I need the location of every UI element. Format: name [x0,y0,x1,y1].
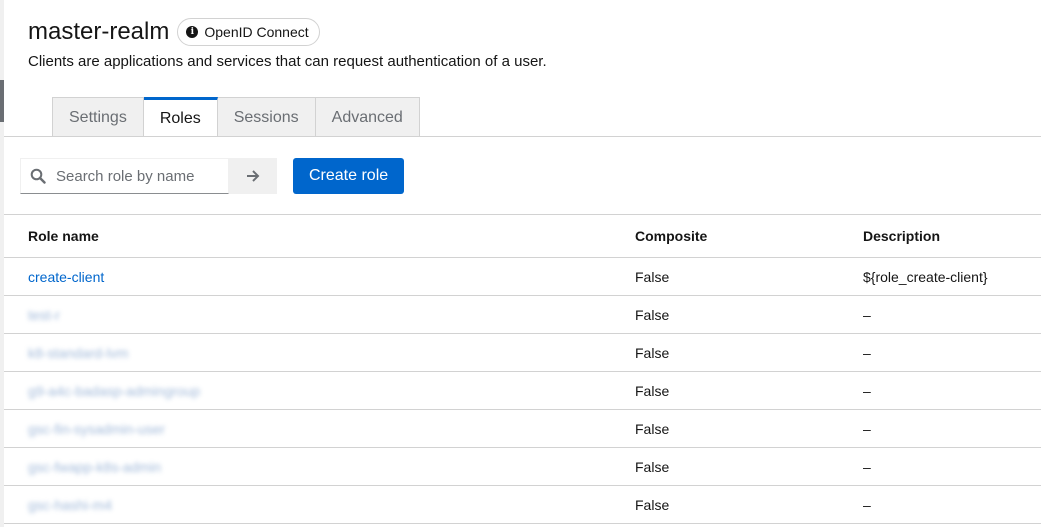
left-edge-marker [0,80,4,122]
role-name-cell: create-client [4,257,635,296]
tab-settings[interactable]: Settings [52,97,144,137]
composite-cell: False [635,333,863,372]
table-row: test-r False – [4,295,1041,334]
description-cell: – [863,485,1041,524]
search-submit-button[interactable] [229,158,277,194]
description-cell: – [863,371,1041,410]
role-name-link[interactable]: gsc-hashi-m4 [28,497,112,513]
role-name-link[interactable]: create-client [28,269,104,285]
page-title: master-realm [28,18,170,45]
column-header-description[interactable]: Description [863,214,1041,258]
table-row: gsc-hashi-m4 False – [4,485,1041,524]
title-row: master-realm i OpenID Connect [28,16,547,48]
role-name-link[interactable]: test-r [28,307,60,323]
description-cell: ${role_create-client} [863,257,1041,296]
table-row: k8-standard-lvm False – [4,333,1041,372]
role-name-link[interactable]: gsc-fin-sysadmin-user [28,421,165,437]
page-header: master-realm i OpenID Connect Clients ar… [28,16,547,70]
roles-table: Role name Composite Description create-c… [4,214,1041,524]
protocol-badge: i OpenID Connect [177,18,320,46]
description-cell: – [863,447,1041,486]
search-icon [30,168,46,184]
tab-advanced[interactable]: Advanced [315,97,420,137]
toolbar: Create role [20,158,405,194]
arrow-right-icon [247,170,260,182]
table-row: gsc-fin-sysadmin-user False – [4,409,1041,448]
table-header-row: Role name Composite Description [4,214,1041,258]
search-box [20,158,229,194]
column-header-composite[interactable]: Composite [635,214,863,258]
description-cell: – [863,295,1041,334]
table-row: create-client False ${role_create-client… [4,257,1041,296]
column-header-role-name[interactable]: Role name [4,214,635,258]
composite-cell: False [635,409,863,448]
composite-cell: False [635,257,863,296]
description-cell: – [863,333,1041,372]
role-name-link[interactable]: g9-a4c-badasp-admingroup [28,383,200,399]
table-row: g9-a4c-badasp-admingroup False – [4,371,1041,410]
role-name-cell: gsc-hashi-m4 [4,485,635,524]
composite-cell: False [635,371,863,410]
composite-cell: False [635,447,863,486]
composite-cell: False [635,295,863,334]
page-subtitle: Clients are applications and services th… [28,53,547,70]
info-icon: i [186,26,199,38]
composite-cell: False [635,485,863,524]
tab-bar: Settings Roles Sessions Advanced [52,97,420,137]
tab-divider [4,136,1041,137]
description-cell: – [863,409,1041,448]
create-role-button[interactable]: Create role [293,158,405,194]
table-row: gsc-fwapp-k8s-admin False – [4,447,1041,486]
tab-sessions[interactable]: Sessions [217,97,316,137]
search-input[interactable] [54,166,228,186]
protocol-badge-label: OpenID Connect [204,24,309,40]
role-name-link[interactable]: gsc-fwapp-k8s-admin [28,459,161,475]
role-name-cell: k8-standard-lvm [4,333,635,372]
role-name-link[interactable]: k8-standard-lvm [28,345,128,361]
role-name-cell: g9-a4c-badasp-admingroup [4,371,635,410]
tab-roles[interactable]: Roles [143,97,218,137]
role-name-cell: test-r [4,295,635,334]
role-name-cell: gsc-fin-sysadmin-user [4,409,635,448]
role-name-cell: gsc-fwapp-k8s-admin [4,447,635,486]
